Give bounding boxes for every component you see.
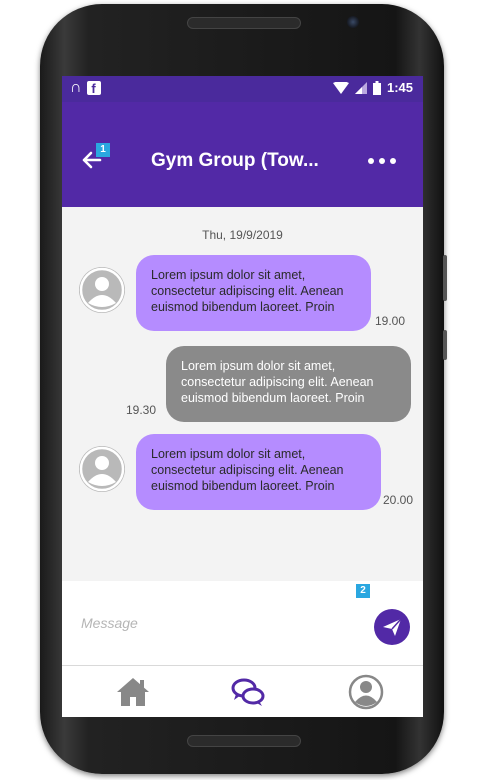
nav-home[interactable] — [115, 674, 151, 710]
message-text: Lorem ipsum dolor sit amet, consectetur … — [181, 359, 374, 405]
more-options-button[interactable] — [368, 158, 396, 164]
battery-icon — [372, 80, 381, 95]
home-icon — [117, 678, 149, 706]
volume-button — [443, 255, 447, 301]
more-dot-icon — [368, 158, 374, 164]
message-time: 19.30 — [126, 403, 157, 417]
n-notification-icon: ∩ — [70, 79, 82, 96]
chat-icon — [231, 678, 265, 706]
user-avatar-icon — [79, 267, 125, 313]
message-bubble-incoming[interactable]: Lorem ipsum dolor sit amet, consectetur … — [136, 434, 381, 510]
signal-icon — [354, 81, 367, 94]
tutorial-badge-2: 2 — [356, 584, 370, 598]
user-avatar-icon — [79, 446, 125, 492]
message-text: Lorem ipsum dolor sit amet, consectetur … — [151, 268, 344, 314]
message-text: Lorem ipsum dolor sit amet, consectetur … — [151, 447, 344, 493]
send-button[interactable] — [374, 609, 410, 645]
paper-plane-icon — [383, 618, 402, 636]
nav-chat[interactable] — [230, 674, 266, 710]
message-time: 20.00 — [383, 493, 414, 507]
message-input[interactable] — [79, 610, 343, 636]
app-screen: ∩ f 1:45 1 Gym Group (Tow... Thu, 19/9/2… — [62, 76, 423, 717]
status-bar: ∩ f 1:45 — [62, 76, 423, 102]
bottom-navigation — [62, 665, 423, 717]
sender-avatar[interactable] — [79, 267, 125, 313]
more-dot-icon — [390, 158, 396, 164]
page-title: Gym Group (Tow... — [151, 150, 319, 171]
app-header: 1 Gym Group (Tow... — [62, 102, 423, 207]
back-button[interactable]: 1 — [80, 143, 110, 174]
top-speaker — [187, 17, 301, 29]
front-camera — [347, 16, 359, 28]
wifi-icon — [332, 81, 349, 94]
message-bubble-outgoing[interactable]: Lorem ipsum dolor sit amet, consectetur … — [166, 346, 411, 422]
bottom-speaker — [187, 735, 301, 747]
tutorial-badge-1: 1 — [96, 143, 110, 157]
status-time: 1:45 — [386, 80, 413, 95]
power-button — [443, 330, 447, 360]
date-separator: Thu, 19/9/2019 — [202, 228, 283, 242]
sender-avatar[interactable] — [79, 446, 125, 492]
nav-profile[interactable] — [348, 674, 384, 710]
facebook-icon: f — [86, 81, 101, 96]
more-dot-icon — [379, 158, 385, 164]
message-bubble-incoming[interactable]: Lorem ipsum dolor sit amet, consectetur … — [136, 255, 371, 331]
message-composer: 2 — [62, 581, 423, 665]
message-time: 19.00 — [375, 314, 406, 328]
profile-icon — [348, 674, 384, 710]
